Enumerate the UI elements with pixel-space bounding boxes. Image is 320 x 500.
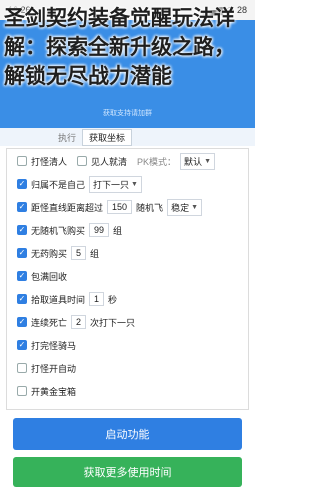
row-label: 开黄金宝箱 <box>31 386 77 397</box>
settings-row: ✓ 连续死亡 2 次打下一只 <box>17 312 135 332</box>
checkbox[interactable] <box>17 156 27 166</box>
settings-row: ✓ 距怪直线距离超过 150 随机飞 稳定 ▼ <box>17 197 203 217</box>
checkbox[interactable]: ✓ <box>17 340 27 350</box>
settings-row: ✓ 无药购买 5 组 <box>17 243 99 263</box>
settings-row: ✓ 无随机飞购买 99 组 <box>17 220 122 240</box>
checkbox[interactable]: ✓ <box>17 202 27 212</box>
row-select[interactable]: 打下一只 ▼ <box>89 175 142 193</box>
row-suffix: 次打下一只 <box>90 317 136 328</box>
header-mini-text: 获取支持请加群 <box>103 110 152 117</box>
row-value-input[interactable]: 99 <box>89 223 110 237</box>
pk-mode-label: PK模式： <box>137 156 177 167</box>
row-value-input[interactable]: 1 <box>89 292 105 306</box>
row-suffix: 组 <box>90 248 100 259</box>
row-label: 距怪直线距离超过 <box>31 202 104 213</box>
get-more-time-button[interactable]: 获取更多使用时间 <box>13 457 242 487</box>
row-label: 打怪开自动 <box>31 363 77 374</box>
chevron-down-icon: ▼ <box>131 180 138 188</box>
settings-row: ✓ 包满回收 <box>17 266 67 286</box>
row-label: 无药购买 <box>31 248 68 259</box>
checkbox[interactable] <box>17 386 27 396</box>
settings-row: 打怪开自动 <box>17 358 76 378</box>
row-label: 拾取道具时间 <box>31 294 86 305</box>
exec-select[interactable]: 获取坐标 <box>82 128 133 146</box>
row-label: 连续死亡 <box>31 317 68 328</box>
checkbox[interactable]: ✓ <box>17 317 27 327</box>
settings-row: 打怪清人 见人就清 PK模式： 默认 ▼ <box>17 151 215 171</box>
checkbox[interactable] <box>17 363 27 373</box>
row-label: 无随机飞购买 <box>31 225 86 236</box>
settings-row: ✓ 打完怪骑马 <box>17 335 76 355</box>
checkbox[interactable]: ✓ <box>17 179 27 189</box>
checkbox[interactable]: ✓ <box>17 248 27 258</box>
start-button[interactable]: 启动功能 <box>13 418 242 450</box>
row-label: 包满回收 <box>31 271 68 282</box>
row-suffix: 组 <box>113 225 123 236</box>
row-value-input[interactable]: 5 <box>71 246 87 260</box>
row-label: 归属不是自己 <box>31 179 86 190</box>
chevron-down-icon: ▼ <box>204 157 211 165</box>
pk-mode-select[interactable]: 默认 ▼ <box>180 152 215 170</box>
row-label: 打怪清人 <box>31 156 68 167</box>
row-suffix: 秒 <box>108 294 118 305</box>
settings-row: ✓ 归属不是自己 打下一只 ▼ <box>17 174 142 194</box>
overlay-title: 圣剑契约装备觉醒玩法详解：探索全新升级之路，解锁无尽战力潜能 <box>4 6 235 88</box>
exec-row: 执行 获取坐标 <box>0 128 255 146</box>
checkbox[interactable] <box>77 156 88 166</box>
row-select[interactable]: 稳定 ▼ <box>167 198 203 216</box>
row-select-value: 稳定 <box>171 202 190 213</box>
row-suffix: 随机飞 <box>136 202 164 213</box>
exec-select-value: 获取坐标 <box>89 132 126 143</box>
row-select-value: 打下一只 <box>93 179 130 190</box>
checkbox[interactable]: ✓ <box>17 294 27 304</box>
row-extra-label: 见人就清 <box>91 156 128 167</box>
settings-row: 开黄金宝箱 <box>17 381 76 401</box>
pk-mode-value: 默认 <box>184 156 203 167</box>
exec-label: 执行 <box>58 132 77 143</box>
settings-row: ✓ 拾取道具时间 1 秒 <box>17 289 117 309</box>
chevron-down-icon: ▼ <box>191 203 199 211</box>
row-label: 打完怪骑马 <box>31 340 77 351</box>
checkbox[interactable]: ✓ <box>17 271 27 281</box>
checkbox[interactable]: ✓ <box>17 225 27 235</box>
row-value-input[interactable]: 150 <box>107 200 133 214</box>
settings-panel: 打怪清人 见人就清 PK模式： 默认 ▼ ✓ 归属不是自己 打下一只 ▼ ✓ 距… <box>6 148 249 410</box>
row-value-input[interactable]: 2 <box>71 315 87 329</box>
